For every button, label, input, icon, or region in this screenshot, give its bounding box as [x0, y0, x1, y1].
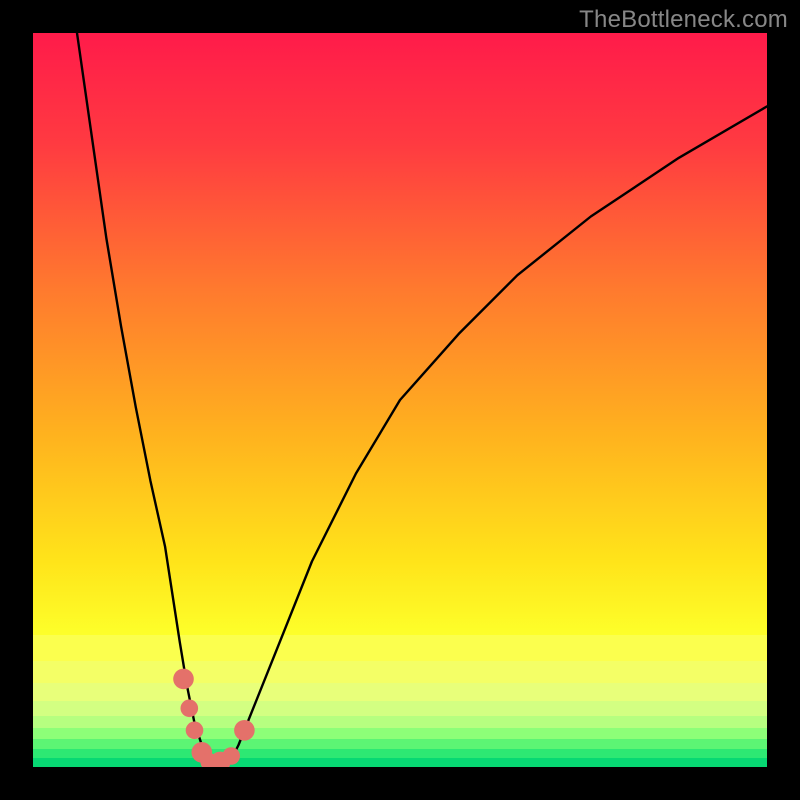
marker-7 — [222, 747, 240, 765]
plot-area — [33, 33, 767, 767]
marker-8 — [234, 720, 255, 741]
chart-frame: TheBottleneck.com — [0, 0, 800, 800]
marker-2 — [181, 700, 199, 718]
marker-1 — [173, 669, 194, 690]
marker-3 — [186, 722, 204, 740]
curve-layer — [33, 33, 767, 767]
bottleneck-curve — [77, 33, 767, 763]
watermark-text: TheBottleneck.com — [579, 6, 788, 34]
